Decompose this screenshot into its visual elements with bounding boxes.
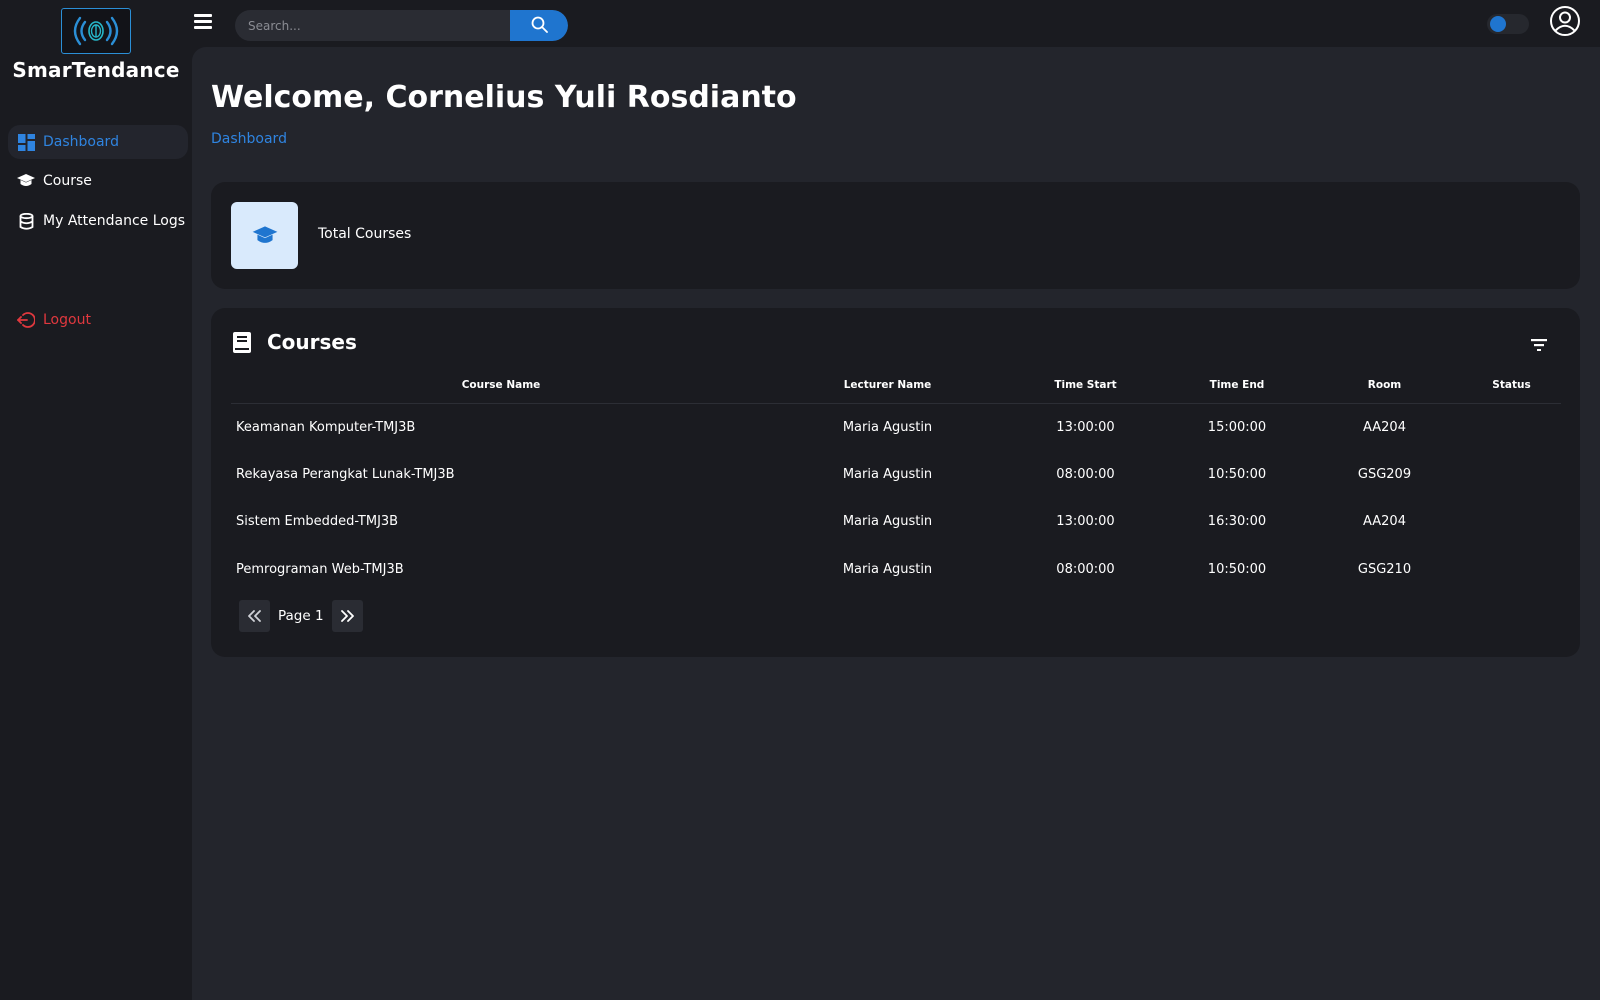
sidebar-item-dashboard[interactable]: Dashboard (8, 125, 188, 159)
time-start: 13:00:00 (1056, 419, 1115, 435)
table-row[interactable]: Keamanan Komputer-TMJ3B Maria Agustin 13… (231, 403, 1561, 451)
sidebar-item-label: Dashboard (43, 134, 119, 150)
total-courses-card: Total Courses (211, 182, 1580, 289)
room: AA204 (1363, 514, 1406, 530)
graduation-cap-icon (17, 172, 35, 190)
sidebar-item-course[interactable]: Course (8, 164, 188, 198)
time-end: 15:00:00 (1207, 419, 1267, 435)
graduation-cap-icon (252, 225, 277, 243)
filter-icon[interactable] (1531, 336, 1547, 351)
courses-title: Courses (267, 330, 357, 354)
user-profile-icon[interactable] (1549, 5, 1581, 37)
sidebar-item-attendance-logs[interactable]: My Attendance Logs (8, 204, 188, 238)
column-header[interactable]: Status (1462, 368, 1561, 404)
time-start: 08:00:00 (1056, 561, 1115, 577)
status (1462, 546, 1561, 594)
lecturer-name: Maria Agustin (842, 466, 933, 482)
brand-name: SmarTendance (12, 58, 180, 82)
lecturer-name: Maria Agustin (842, 514, 933, 530)
page-title: Welcome, Cornelius Yuli Rosdianto (211, 80, 797, 115)
table-row[interactable]: Sistem Embedded-TMJ3B Maria Agustin 13:0… (231, 498, 1561, 546)
column-header[interactable]: Time Start (1004, 368, 1167, 404)
sidebar: SmarTendance Dashboard Course My Attenda… (0, 0, 192, 1000)
time-end: 10:50:00 (1207, 561, 1267, 577)
column-header[interactable]: Course Name (231, 368, 771, 404)
pagination: Page 1 (239, 600, 363, 632)
table-header-row: Course Name Lecturer Name Time Start Tim… (231, 368, 1561, 404)
course-name: Keamanan Komputer-TMJ3B (236, 419, 416, 435)
courses-card: Courses Course Name Lecturer Name Time S… (211, 308, 1580, 657)
time-start: 13:00:00 (1056, 514, 1115, 530)
room: AA204 (1363, 419, 1406, 435)
course-name: Pemrograman Web-TMJ3B (236, 561, 404, 577)
menu-toggle-icon[interactable] (194, 14, 212, 30)
total-courses-label: Total Courses (318, 226, 412, 242)
time-end: 16:30:00 (1207, 514, 1267, 530)
course-name: Sistem Embedded-TMJ3B (236, 514, 399, 530)
lecturer-name: Maria Agustin (842, 419, 933, 435)
column-header[interactable]: Time End (1167, 368, 1307, 404)
column-header[interactable]: Room (1307, 368, 1462, 404)
breadcrumb[interactable]: Dashboard (211, 131, 287, 147)
main-content: Welcome, Cornelius Yuli Rosdianto Dashbo… (192, 47, 1600, 1000)
sidebar-item-label: Course (43, 173, 92, 189)
status (1462, 498, 1561, 546)
logout-icon (17, 311, 35, 329)
table-row[interactable]: Pemrograman Web-TMJ3B Maria Agustin 08:0… (231, 546, 1561, 594)
time-start: 08:00:00 (1056, 466, 1115, 482)
column-header[interactable]: Lecturer Name (771, 368, 1004, 404)
total-courses-icon-box (231, 202, 298, 269)
database-icon (17, 212, 35, 230)
sidebar-item-label: My Attendance Logs (43, 213, 186, 229)
courses-table: Course Name Lecturer Name Time Start Tim… (231, 368, 1561, 593)
search-bar (235, 10, 568, 41)
toggle-knob (1490, 16, 1506, 32)
double-chevron-right-icon (340, 607, 354, 626)
search-button[interactable] (510, 10, 568, 41)
logo (61, 8, 131, 54)
search-icon (531, 16, 548, 36)
double-chevron-left-icon (247, 607, 262, 626)
search-input[interactable] (235, 10, 510, 41)
next-page-button[interactable] (331, 600, 363, 632)
logout-label: Logout (43, 312, 91, 328)
dashboard-icon (17, 133, 35, 151)
lecturer-name: Maria Agustin (842, 561, 933, 577)
course-name: Rekayasa Perangkat Lunak-TMJ3B (236, 466, 455, 482)
room: GSG210 (1357, 561, 1412, 577)
time-end: 10:50:00 (1207, 466, 1267, 482)
logout-button[interactable]: Logout (8, 303, 188, 337)
room: GSG209 (1357, 466, 1412, 482)
previous-page-button[interactable] (239, 600, 270, 632)
table-row[interactable]: Rekayasa Perangkat Lunak-TMJ3B Maria Agu… (231, 451, 1561, 499)
book-icon (233, 332, 251, 353)
status (1462, 451, 1561, 499)
theme-toggle[interactable] (1487, 14, 1529, 34)
status (1462, 403, 1561, 451)
fingerprint-wave-icon (73, 16, 119, 46)
page-label: Page 1 (278, 608, 324, 624)
